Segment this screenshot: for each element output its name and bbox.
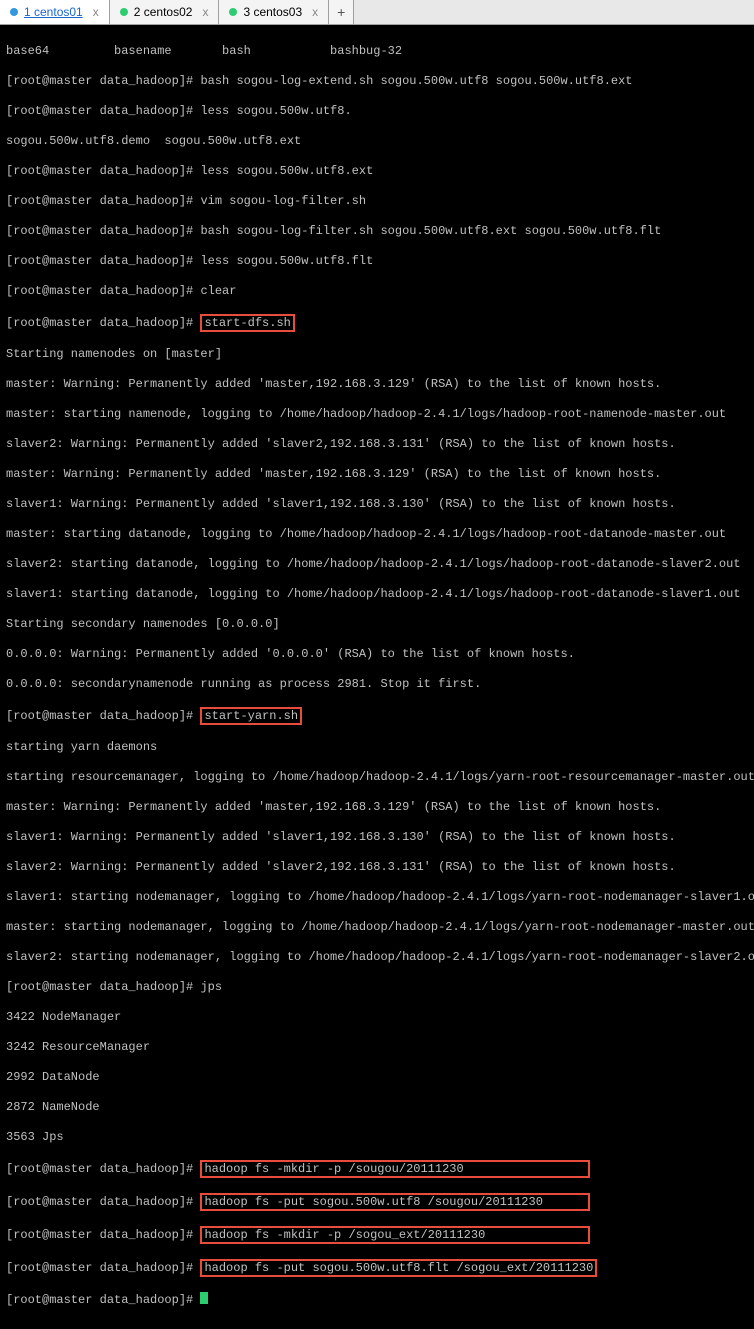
terminal-line: master: Warning: Permanently added 'mast… [6, 800, 748, 815]
terminal-line: slaver1: Warning: Permanently added 'sla… [6, 830, 748, 845]
shell-prompt: [root@master data_hadoop]# [6, 164, 200, 178]
shell-prompt: [root@master data_hadoop]# [6, 74, 200, 88]
shell-prompt: [root@master data_hadoop]# [6, 1195, 200, 1209]
cursor-icon [200, 1292, 208, 1304]
command-text: bash sogou-log-extend.sh sogou.500w.utf8… [200, 74, 632, 88]
terminal-line: master: Warning: Permanently added 'mast… [6, 467, 748, 482]
terminal-line: master: starting nodemanager, logging to… [6, 920, 748, 935]
terminal-line: slaver2: Warning: Permanently added 'sla… [6, 860, 748, 875]
terminal-line: base64 basename bash bashbug-32 [6, 44, 748, 59]
new-tab-button[interactable]: + [329, 0, 354, 24]
terminal-line: sogou.500w.utf8.demo sogou.500w.utf8.ext [6, 134, 748, 149]
terminal-output[interactable]: base64 basename bash bashbug-32 [root@ma… [0, 25, 754, 1329]
terminal-line: slaver2: starting nodemanager, logging t… [6, 950, 748, 965]
terminal-line: slaver2: starting datanode, logging to /… [6, 557, 748, 572]
highlighted-command: start-dfs.sh [200, 314, 294, 332]
terminal-line: 0.0.0.0: Warning: Permanently added '0.0… [6, 647, 748, 662]
terminal-line: slaver1: Warning: Permanently added 'sla… [6, 497, 748, 512]
shell-prompt: [root@master data_hadoop]# [6, 194, 200, 208]
tab-centos03[interactable]: 3 centos03 x [219, 0, 329, 24]
highlighted-command: hadoop fs -put sogou.500w.utf8 /sougou/2… [200, 1193, 590, 1211]
terminal-line: starting yarn daemons [6, 740, 748, 755]
close-icon[interactable]: x [202, 5, 208, 20]
shell-prompt: [root@master data_hadoop]# [6, 224, 200, 238]
shell-prompt: [root@master data_hadoop]# [6, 316, 200, 330]
terminal-line: 2992 DataNode [6, 1070, 748, 1085]
command-text: less sogou.500w.utf8.ext [200, 164, 373, 178]
terminal-line: slaver2: Warning: Permanently added 'sla… [6, 437, 748, 452]
terminal-line: 3242 ResourceManager [6, 1040, 748, 1055]
terminal-line: master: starting datanode, logging to /h… [6, 527, 748, 542]
highlighted-command: hadoop fs -mkdir -p /sougou/20111230 [200, 1160, 590, 1178]
highlighted-command: hadoop fs -mkdir -p /sogou_ext/20111230 [200, 1226, 590, 1244]
tab-bar: 1 centos01 x 2 centos02 x 3 centos03 x + [0, 0, 754, 25]
shell-prompt: [root@master data_hadoop]# [6, 1162, 200, 1176]
shell-prompt: [root@master data_hadoop]# [6, 980, 200, 994]
close-icon[interactable]: x [93, 5, 99, 20]
terminal-line: 0.0.0.0: secondarynamenode running as pr… [6, 677, 748, 692]
terminal-line: Starting namenodes on [master] [6, 347, 748, 362]
close-icon[interactable]: x [312, 5, 318, 20]
terminal-line: master: Warning: Permanently added 'mast… [6, 377, 748, 392]
shell-prompt: [root@master data_hadoop]# [6, 284, 200, 298]
tab-centos02[interactable]: 2 centos02 x [110, 0, 220, 24]
shell-prompt: [root@master data_hadoop]# [6, 709, 200, 723]
plus-icon: + [337, 5, 345, 20]
terminal-line: slaver1: starting datanode, logging to /… [6, 587, 748, 602]
terminal-line: 3422 NodeManager [6, 1010, 748, 1025]
terminal-line: starting resourcemanager, logging to /ho… [6, 770, 748, 785]
status-dot-icon [120, 8, 128, 16]
shell-prompt: [root@master data_hadoop]# [6, 1293, 200, 1307]
status-dot-icon [229, 8, 237, 16]
command-text: bash sogou-log-filter.sh sogou.500w.utf8… [200, 224, 661, 238]
tab-label: 1 centos01 [24, 5, 83, 20]
shell-prompt: [root@master data_hadoop]# [6, 1261, 200, 1275]
shell-prompt: [root@master data_hadoop]# [6, 254, 200, 268]
shell-prompt: [root@master data_hadoop]# [6, 104, 200, 118]
tab-label: 2 centos02 [134, 5, 193, 20]
command-text: less sogou.500w.utf8.flt [200, 254, 373, 268]
terminal-line: 3563 Jps [6, 1130, 748, 1145]
highlighted-command: hadoop fs -put sogou.500w.utf8.flt /sogo… [200, 1259, 597, 1277]
terminal-line: 2872 NameNode [6, 1100, 748, 1115]
terminal-line: slaver1: starting nodemanager, logging t… [6, 890, 748, 905]
terminal-line: Starting secondary namenodes [0.0.0.0] [6, 617, 748, 632]
terminal-line: master: starting namenode, logging to /h… [6, 407, 748, 422]
highlighted-command: start-yarn.sh [200, 707, 302, 725]
tab-centos01[interactable]: 1 centos01 x [0, 0, 110, 24]
tab-label: 3 centos03 [243, 5, 302, 20]
status-dot-icon [10, 8, 18, 16]
shell-prompt: [root@master data_hadoop]# [6, 1228, 200, 1242]
command-text: less sogou.500w.utf8. [200, 104, 351, 118]
command-text: vim sogou-log-filter.sh [200, 194, 366, 208]
command-text: clear [200, 284, 236, 298]
command-text: jps [200, 980, 222, 994]
